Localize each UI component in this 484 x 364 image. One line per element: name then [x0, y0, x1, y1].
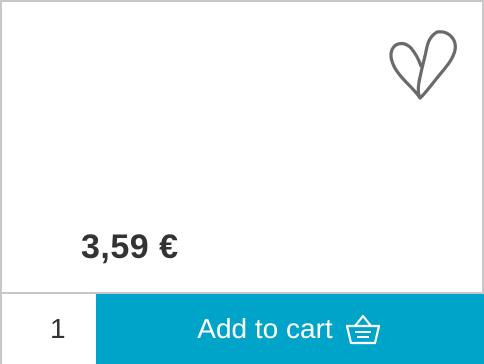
favorite-button[interactable]	[387, 28, 459, 100]
add-to-cart-button[interactable]: Add to cart	[96, 294, 484, 364]
basket-icon	[345, 314, 380, 345]
cart-bar: 1 Add to cart	[0, 292, 484, 364]
quantity-input[interactable]: 1	[0, 294, 96, 364]
heart-outline-icon	[389, 30, 457, 100]
product-price: 3,59 €	[81, 228, 179, 266]
add-to-cart-label: Add to cart	[197, 313, 333, 344]
